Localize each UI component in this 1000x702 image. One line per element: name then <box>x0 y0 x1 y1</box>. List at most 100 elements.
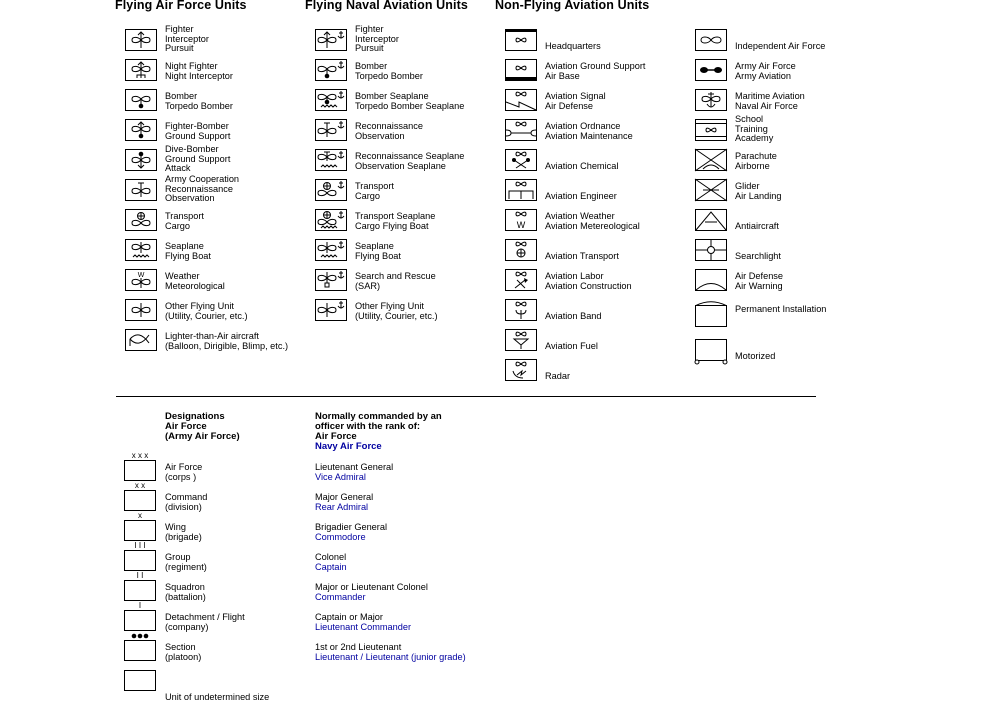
unit-label-line: Aviation Construction <box>545 280 632 291</box>
unit-label: Fighter Interceptor Pursuit <box>355 24 399 54</box>
unit-label-line: Antiaircraft <box>735 221 779 231</box>
labor-icon <box>505 269 537 291</box>
unit-label-line: Flying Boat <box>355 250 401 261</box>
air-force-rank: Major General <box>315 492 374 502</box>
unit-label: Aviation Ordnance Aviation Maintenance <box>545 121 633 141</box>
aviation-transport-icon <box>505 239 537 261</box>
seaplane-icon <box>125 239 157 261</box>
fighter-icon <box>125 29 157 51</box>
searchlight-icon <box>695 239 727 261</box>
navy-rank: Lieutenant / Lieutenant (junior grade) <box>315 652 466 662</box>
unit-label-line: Torpedo Bomber <box>165 100 233 111</box>
unit-label: Fighter-Bomber Ground Support <box>165 121 230 141</box>
unit-label: Antiaircraft <box>735 221 779 232</box>
echelon-label-line: Group <box>165 552 191 562</box>
unit-label: Aviation Weather Aviation Metereological <box>545 211 640 231</box>
unit-label: Night Fighter Night Interceptor <box>165 61 233 81</box>
echelon-label-line: (division) <box>165 502 202 512</box>
echelon-symbol: x x <box>124 481 156 511</box>
fuel-icon <box>505 329 537 351</box>
unit-label-line: Aviation Band <box>545 311 602 321</box>
echelon-symbol <box>124 670 156 691</box>
unit-label: Search and Rescue (SAR) <box>355 271 436 291</box>
rank-entry: Major General Rear Admiral <box>315 492 373 512</box>
engineer-icon <box>505 179 537 201</box>
unit-label: Headquarters <box>545 41 601 52</box>
unit-label: Parachute Airborne <box>735 151 777 171</box>
rank-heading-navy: Navy Air Force <box>315 441 382 452</box>
unit-label: Motorized <box>735 351 775 362</box>
unit-label-line: Cargo <box>355 190 381 201</box>
lighter-than-air-icon <box>125 329 157 351</box>
permanent-installation-icon <box>695 301 727 327</box>
echelon-marker: I I I <box>134 541 145 550</box>
unit-label-line: Permanent Installation <box>735 304 827 314</box>
naval-other-flying-unit-icon <box>315 299 347 321</box>
unit-label: School Training Academy <box>735 114 773 144</box>
echelon-label-line: Command <box>165 492 208 502</box>
unit-label: Maritime Aviation Naval Air Force <box>735 91 805 111</box>
rank-entry: Major or Lieutenant Colonel Commander <box>315 582 428 602</box>
echelon-label-line: Unit of undetermined size <box>165 692 270 702</box>
unit-label: Searchlight <box>735 251 781 262</box>
unit-label-line: Radar <box>545 371 571 381</box>
unit-label: Transport Cargo <box>165 211 204 231</box>
unit-label-line: Headquarters <box>545 41 601 51</box>
air-force-rank: Major or Lieutenant Colonel <box>315 582 428 592</box>
army-cooperation-icon <box>125 179 157 201</box>
navy-rank: Rear Admiral <box>315 502 369 512</box>
air-force-rank: Captain or Major <box>315 612 383 622</box>
bomber-icon <box>125 89 157 111</box>
echelon-label-line: (corps ) <box>165 472 197 482</box>
navy-rank: Commodore <box>315 532 366 542</box>
unit-label-line: Cargo Flying Boat <box>355 220 429 231</box>
naval-bomber-icon <box>315 59 347 81</box>
heading-non-flying-units: Non-Flying Aviation Units <box>495 0 650 12</box>
rank-entry: Captain or Major Lieutenant Commander <box>315 612 411 632</box>
unit-label: Bomber Torpedo Bomber <box>165 91 233 111</box>
echelon-symbol: I <box>124 601 156 631</box>
unit-label: Fighter Interceptor Pursuit <box>165 24 209 54</box>
fighter-bomber-icon <box>125 119 157 141</box>
echelon-label: Unit of undetermined size <box>165 692 269 702</box>
naval-fighter-icon <box>315 29 347 51</box>
unit-label-line: (SAR) <box>355 280 381 291</box>
echelon-label-line: Section <box>165 642 196 652</box>
unit-label: Aviation Transport <box>545 251 619 262</box>
unit-label-line: (Utility, Courier, etc.) <box>165 310 248 321</box>
navy-rank: Commander <box>315 592 366 602</box>
navy-rank: Vice Admiral <box>315 472 366 482</box>
air-force-rank: 1st or 2nd Lieutenant <box>315 642 402 652</box>
echelon-label-line: (battalion) <box>165 592 206 602</box>
unit-label: Aviation Engineer <box>545 191 617 202</box>
unit-label: Army Air Force Army Aviation <box>735 61 796 81</box>
weather-icon: W <box>125 269 157 291</box>
unit-label-line: Pursuit <box>165 43 194 53</box>
unit-label: Independent Air Force <box>735 41 825 52</box>
echelon-symbol: x x x <box>124 451 156 481</box>
heading-naval-aviation-units: Flying Naval Aviation Units <box>305 0 468 12</box>
svg-text:W: W <box>517 220 526 230</box>
echelon-marker: x x x <box>132 451 148 460</box>
glider-icon <box>694 178 728 202</box>
echelon-label: Section (platoon) <box>165 642 201 662</box>
air-force-rank: Brigadier General <box>315 522 388 532</box>
unit-label: Reconnaissance Seaplane Observation Seapl… <box>355 151 464 171</box>
navy-rank: Lieutenant Commander <box>315 622 412 632</box>
unit-label-line: Air Warning <box>735 280 783 291</box>
unit-label: Aviation Band <box>545 311 602 322</box>
unit-label: Radar <box>545 371 571 382</box>
unit-label: Aviation Ground Support Air Base <box>545 61 645 81</box>
navy-rank: Captain <box>315 562 347 572</box>
unit-label: Other Flying Unit (Utility, Courier, etc.… <box>355 301 438 321</box>
air-force-rank: Colonel <box>315 552 347 562</box>
echelon-label-line: (brigade) <box>165 532 202 542</box>
naval-transport-icon <box>315 179 347 201</box>
unit-label-line: Torpedo Bomber Seaplane <box>355 100 465 111</box>
section-divider <box>116 396 816 397</box>
unit-label: Seaplane Flying Boat <box>355 241 401 261</box>
unit-label: Transport Seaplane Cargo Flying Boat <box>355 211 435 231</box>
signal-icon <box>505 89 537 111</box>
unit-label-line: Meteorological <box>165 280 225 291</box>
echelon-label-line: Air Force <box>165 462 203 472</box>
